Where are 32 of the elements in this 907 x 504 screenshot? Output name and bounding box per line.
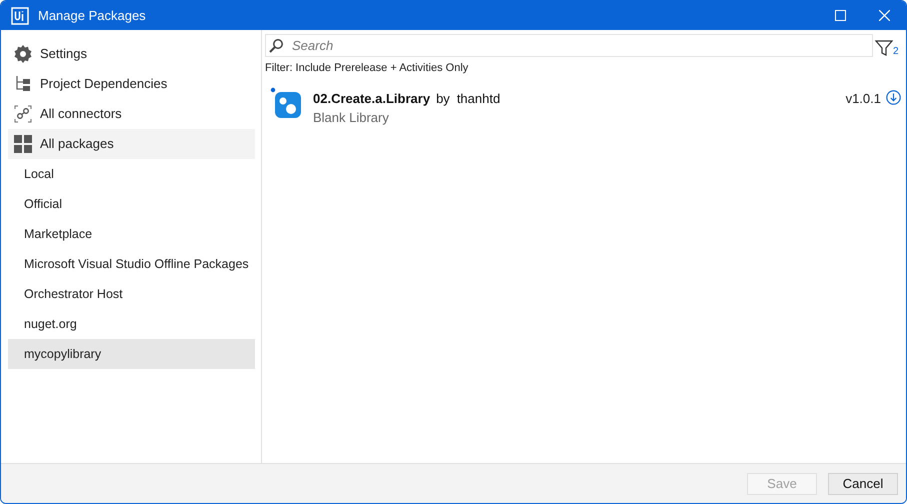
app-logo-icon (11, 6, 29, 24)
sidebar-item[interactable]: Settings (8, 39, 255, 69)
sidebar-item[interactable]: Official (8, 189, 255, 219)
sidebar-item[interactable]: All connectors (8, 99, 255, 129)
settings-icon (13, 44, 33, 64)
sidebar-item[interactable]: Local (8, 159, 255, 189)
sidebar-item[interactable]: Orchestrator Host (8, 279, 255, 309)
sidebar-item[interactable]: nuget.org (8, 309, 255, 339)
package-version: v1.0.1 (846, 90, 881, 108)
sidebar-item[interactable]: Microsoft Visual Studio Offline Packages (8, 249, 255, 279)
package-icon (270, 86, 302, 118)
grid-icon (13, 134, 33, 154)
filter-icon (875, 39, 893, 57)
filter-summary: Filter: Include Prerelease + Activities Only (265, 61, 470, 76)
sidebar-item[interactable]: Project Dependencies (8, 69, 255, 99)
by-label: by (436, 90, 450, 108)
search-field[interactable]: Search (265, 34, 873, 57)
package-row[interactable]: 02.Create.a.Library by thanhtd Blank Library v1.0.1 (265, 88, 901, 128)
package-author: thanhtd (456, 90, 500, 108)
package-name: 02.Create.a.Library (313, 90, 430, 108)
sidebar-item[interactable]: All packages (8, 129, 255, 159)
search-icon (268, 38, 284, 54)
close-icon[interactable] (878, 10, 890, 21)
connector-icon (13, 104, 33, 124)
maximize-icon[interactable] (834, 10, 846, 21)
download-icon[interactable] (886, 90, 901, 104)
window-title: Manage Packages (38, 6, 146, 25)
package-description: Blank Library (313, 109, 390, 127)
filter-button[interactable]: 2 (875, 34, 901, 57)
cancel-button[interactable]: Cancel (828, 472, 898, 494)
sidebar-item[interactable]: Marketplace (8, 219, 255, 249)
sidebar-item[interactable]: mycopylibrary (8, 339, 255, 369)
